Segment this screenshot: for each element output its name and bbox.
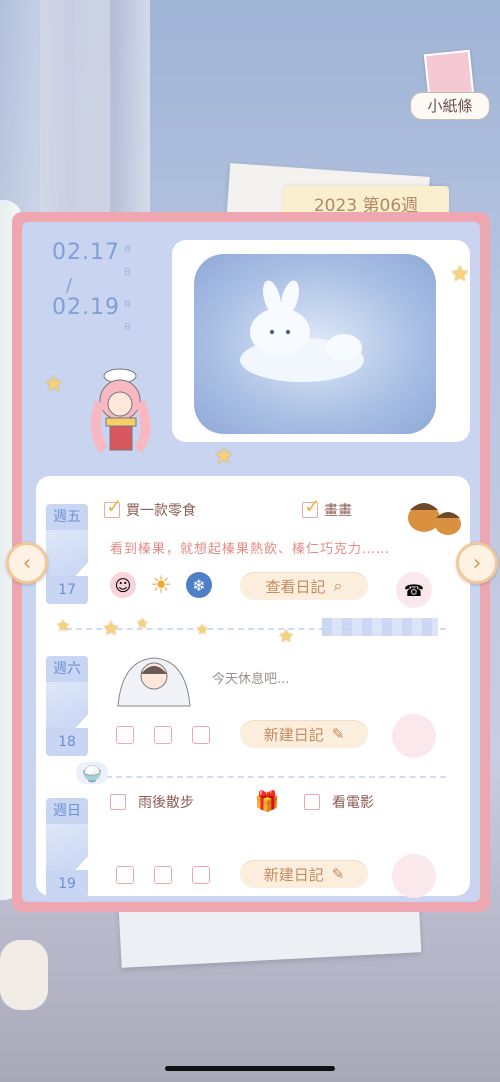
star-icon: ★ bbox=[450, 262, 470, 287]
new-diary-button[interactable]: 新建日記 ✎ bbox=[240, 860, 368, 888]
date-start: 02.17 bbox=[52, 240, 120, 265]
dashed-divider bbox=[96, 776, 446, 778]
note-paper-icon bbox=[423, 49, 475, 99]
home-indicator[interactable] bbox=[165, 1066, 335, 1071]
empty-checkbox[interactable] bbox=[116, 726, 134, 744]
unit-day: 日 bbox=[123, 323, 132, 331]
hazelnut-icon bbox=[408, 503, 461, 535]
day-number: 18 bbox=[46, 728, 88, 756]
edit-icon: ✎ bbox=[331, 865, 345, 883]
star-icon: ★ bbox=[136, 616, 149, 632]
prev-page-button[interactable]: ‹ bbox=[6, 542, 48, 584]
sun-icon: ☀ bbox=[150, 571, 172, 599]
new-diary-label: 新建日記 bbox=[263, 725, 324, 744]
todo-label: 買一款零食 bbox=[126, 503, 196, 519]
todo-item[interactable]: 雨後散步 bbox=[110, 792, 194, 812]
photo-card bbox=[172, 240, 470, 442]
diary-excerpt[interactable]: 看到榛果，就想起榛果熱飲、榛仁巧克力…… bbox=[110, 538, 390, 557]
date-range: 02.17 月日 / 02.19 月日 bbox=[52, 240, 132, 332]
star-icon: ★ bbox=[278, 626, 295, 647]
view-diary-label: 查看日記 bbox=[265, 577, 326, 596]
rest-note: 今天休息吧... bbox=[212, 672, 290, 687]
date-slash: / bbox=[66, 275, 73, 296]
weekday-label: 週六 bbox=[46, 656, 88, 682]
todo-item[interactable]: 買一款零食 bbox=[104, 494, 196, 520]
new-diary-label: 新建日記 bbox=[263, 865, 324, 884]
todo-item[interactable]: 看電影 bbox=[304, 792, 374, 812]
note-button[interactable]: 小紙條 bbox=[408, 40, 492, 122]
empty-checkbox[interactable] bbox=[154, 726, 172, 744]
edit-icon: ✎ bbox=[331, 725, 345, 743]
chibi-girl-icon bbox=[90, 368, 151, 454]
rice-bowl-icon: 🍚 bbox=[76, 762, 108, 784]
unit-day: 日 bbox=[123, 268, 132, 276]
cloud-bunny-icon bbox=[240, 280, 364, 382]
week-day-list: 週五 17 買一款零食 畫畫 看到榛果，就想起榛果熱飲、榛仁巧克力…… ☺ ☀ bbox=[36, 476, 470, 898]
day-number: 19 bbox=[46, 870, 88, 898]
checkbox-checked[interactable] bbox=[104, 494, 123, 518]
unit-month: 月 bbox=[123, 245, 132, 253]
day-tag-friday: 週五 17 bbox=[46, 504, 88, 604]
unit-month: 月 bbox=[123, 300, 132, 308]
day-tag-saturday: 週六 18 bbox=[46, 656, 88, 756]
todo-label: 雨後散步 bbox=[138, 795, 194, 811]
washi-tape bbox=[322, 618, 438, 636]
curtain-mid bbox=[0, 0, 110, 220]
phone-icon: ☎ bbox=[396, 572, 432, 608]
todo-item[interactable]: 畫畫 bbox=[302, 494, 352, 520]
checkbox[interactable] bbox=[110, 794, 126, 810]
journal-page: 02.17 月日 / 02.19 月日 ★ ★ ★ 週五 17 ✓ 買一款零食 … bbox=[22, 222, 480, 902]
star-icon: ★ bbox=[44, 372, 64, 397]
empty-checkbox[interactable] bbox=[154, 866, 172, 884]
empty-checkbox[interactable] bbox=[116, 866, 134, 884]
note-button-label: 小紙條 bbox=[410, 92, 490, 120]
view-diary-button[interactable]: 查看日記 ⌕ bbox=[240, 572, 368, 600]
mood-stamp-slot[interactable] bbox=[392, 854, 436, 898]
star-icon: ★ bbox=[56, 616, 71, 635]
search-icon: ⌕ bbox=[333, 576, 343, 595]
todo-label: 畫畫 bbox=[324, 503, 352, 519]
gift-icon: 🎁 bbox=[254, 789, 280, 813]
date-end: 02.19 bbox=[52, 295, 120, 320]
todo-label: 看電影 bbox=[332, 795, 374, 811]
next-page-button[interactable]: › bbox=[456, 542, 498, 584]
day-tag-sunday: 週日 19 bbox=[46, 798, 88, 898]
weekday-label: 週日 bbox=[46, 798, 88, 824]
chevron-right-icon: › bbox=[472, 550, 482, 576]
empty-checkbox[interactable] bbox=[192, 866, 210, 884]
new-diary-button[interactable]: 新建日記 ✎ bbox=[240, 720, 368, 748]
chevron-left-icon: ‹ bbox=[22, 550, 32, 576]
weekday-label: 週五 bbox=[46, 504, 88, 530]
pink-face-icon: ☺ bbox=[110, 572, 136, 598]
journal: 02.17 月日 / 02.19 月日 ★ ★ ★ 週五 17 ✓ 買一款零食 … bbox=[12, 212, 490, 912]
mood-stamp-slot[interactable] bbox=[392, 714, 436, 758]
star-icon: ★ bbox=[214, 444, 234, 469]
checkbox[interactable] bbox=[304, 794, 320, 810]
checkbox-checked[interactable] bbox=[302, 494, 321, 518]
blanket-girl-icon bbox=[117, 657, 191, 707]
star-icon: ★ bbox=[196, 622, 209, 638]
star-icon: ★ bbox=[102, 616, 120, 640]
paw-charm-icon bbox=[0, 940, 48, 1010]
snow-globe-icon: ❄ bbox=[186, 572, 212, 598]
empty-checkbox[interactable] bbox=[192, 726, 210, 744]
day-number: 17 bbox=[46, 576, 88, 604]
